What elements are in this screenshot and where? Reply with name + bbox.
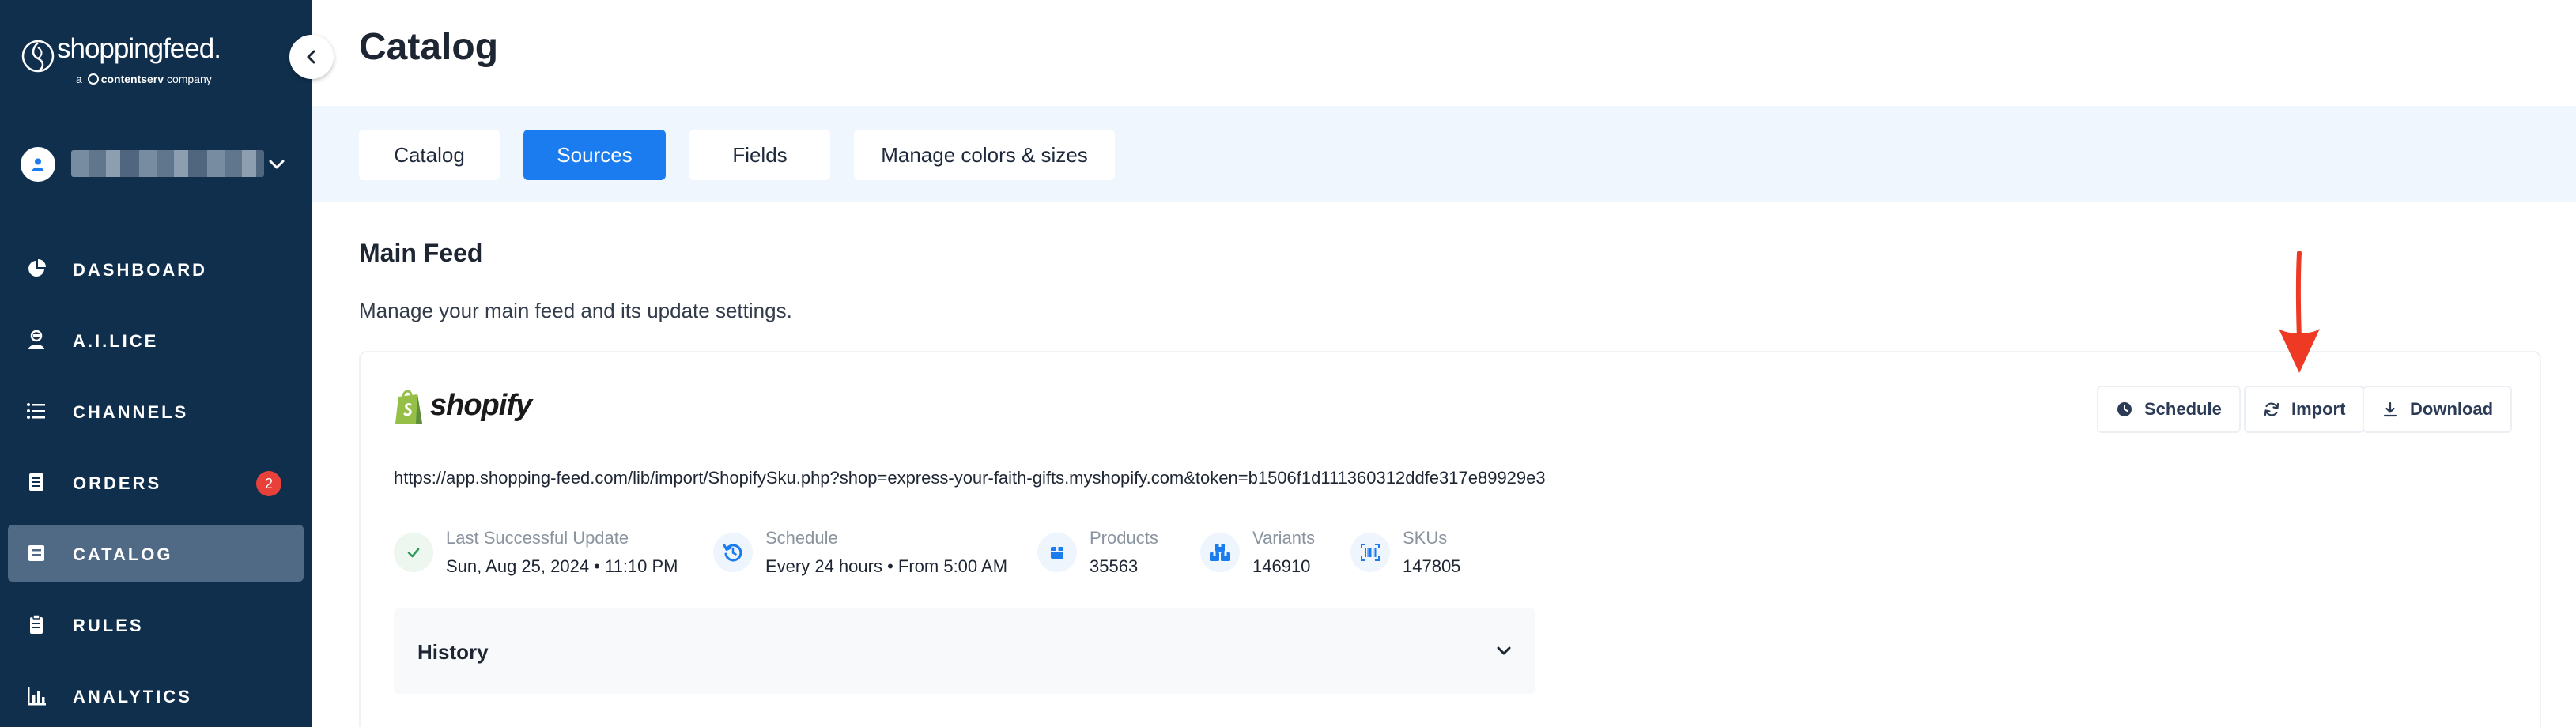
- chevron-left-icon: [307, 50, 315, 64]
- stat-label: Products: [1090, 528, 1158, 548]
- stat-label: SKUs: [1403, 528, 1448, 548]
- shopify-bag-icon: [395, 390, 422, 424]
- tagline-company: contentserv: [100, 73, 164, 85]
- nav-label: DASHBOARD: [73, 260, 207, 280]
- stat-icon-wrap: [394, 533, 433, 572]
- stat-label: Variants: [1252, 528, 1316, 548]
- nav-item-orders[interactable]: ORDERS 2: [8, 454, 304, 510]
- nav-label: ORDERS: [73, 473, 162, 493]
- orders-count-badge: 2: [256, 471, 281, 496]
- chevron-down-icon: [1497, 646, 1511, 655]
- tab-catalog[interactable]: Catalog: [359, 130, 500, 180]
- sidebar: shoppingfeed. a contentserv company ████…: [0, 0, 312, 727]
- history-accordion[interactable]: History: [394, 608, 1535, 694]
- account-name-redacted: ████████████: [71, 150, 264, 177]
- download-button[interactable]: Download: [2363, 386, 2513, 433]
- download-icon: [2383, 401, 2397, 417]
- history-clock-icon: [723, 544, 742, 562]
- tab-fields[interactable]: Fields: [689, 130, 830, 180]
- import-button[interactable]: Import: [2244, 386, 2365, 433]
- brand-tagline: a contentserv company: [76, 73, 212, 85]
- nav-label: RULES: [73, 616, 144, 635]
- nav-label: ANALYTICS: [73, 687, 192, 706]
- nav-label: A.I.LICE: [73, 331, 159, 351]
- nav-item-rules[interactable]: RULES: [8, 596, 304, 653]
- avatar: [21, 147, 55, 182]
- schedule-button-label: Schedule: [2144, 399, 2222, 419]
- catalog-icon: [28, 545, 44, 561]
- tagline-prefix: a: [76, 73, 82, 85]
- tab-bar: Catalog Sources Fields Manage colors & s…: [312, 106, 2576, 202]
- account-switcher[interactable]: ████████████: [21, 144, 289, 183]
- stat-icon-wrap: [1350, 533, 1390, 572]
- pie-chart-icon: [28, 259, 46, 277]
- section-description: Manage your main feed and its update set…: [359, 299, 792, 322]
- shoppingfeed-logo-icon: [21, 40, 55, 73]
- source-name: shopify: [430, 389, 532, 422]
- shopify-logo: shopify: [394, 387, 532, 427]
- receipt-icon: [29, 473, 43, 491]
- bar-chart-icon: [28, 687, 46, 706]
- boxes-icon: [1210, 544, 1230, 561]
- main-content: Catalog Catalog Sources Fields Manage co…: [312, 0, 2576, 727]
- tab-manage-colors-sizes[interactable]: Manage colors & sizes: [854, 130, 1115, 180]
- list-icon: [27, 403, 45, 419]
- clock-icon: [2117, 402, 2132, 416]
- nav-item-dashboard[interactable]: DASHBOARD: [8, 240, 304, 297]
- stat-value: 146910: [1252, 556, 1311, 576]
- check-icon: [407, 548, 420, 558]
- assistant-icon: [28, 330, 44, 349]
- download-button-label: Download: [2410, 399, 2494, 419]
- tagline-suffix: company: [166, 73, 212, 85]
- user-icon: [32, 158, 44, 171]
- tab-sources[interactable]: Sources: [523, 130, 666, 180]
- red-arrow-annotation-icon: [2279, 251, 2320, 373]
- stat-label: Schedule: [765, 528, 838, 548]
- nav-label: CATALOG: [73, 544, 173, 564]
- barcode-icon: [1361, 544, 1380, 561]
- section-title: Main Feed: [359, 239, 483, 267]
- nav-item-analytics[interactable]: ANALYTICS: [8, 667, 304, 724]
- nav-item-ailice[interactable]: A.I.LICE: [8, 311, 304, 368]
- stat-icon-wrap: [713, 533, 753, 572]
- stat-value: 147805: [1403, 556, 1461, 576]
- stat-value: 35563: [1090, 556, 1139, 576]
- collapse-sidebar-button[interactable]: [289, 35, 334, 79]
- refresh-icon: [2264, 402, 2279, 416]
- nav-label: CHANNELS: [73, 402, 189, 422]
- history-label: History: [417, 640, 489, 664]
- page-title: Catalog: [359, 26, 499, 68]
- import-button-label: Import: [2291, 399, 2346, 419]
- brand-name: shoppingfeed.: [57, 33, 221, 64]
- schedule-button[interactable]: Schedule: [2097, 386, 2241, 433]
- nav-item-channels[interactable]: CHANNELS: [8, 382, 304, 439]
- main-nav: DASHBOARD A.I.LICE CHANNELS ORDERS 2 CAT…: [0, 240, 312, 727]
- clipboard-icon: [30, 614, 43, 634]
- stat-icon-wrap: [1037, 533, 1077, 572]
- stat-label: Last Successful Update: [446, 528, 629, 548]
- chevron-down-icon[interactable]: [266, 153, 288, 175]
- stat-icon-wrap: [1200, 533, 1240, 572]
- contentserv-logo-icon: [87, 73, 99, 85]
- stat-value: Sun, Aug 25, 2024 • 11:10 PM: [446, 556, 678, 576]
- feed-url[interactable]: https://app.shopping-feed.com/lib/import…: [394, 468, 1546, 488]
- stat-value: Every 24 hours • From 5:00 AM: [765, 556, 1008, 576]
- box-icon: [1051, 547, 1063, 559]
- main-feed-card: shopify Schedule Import Download https:/…: [359, 351, 2541, 727]
- nav-item-catalog[interactable]: CATALOG: [8, 525, 304, 582]
- brand-logo[interactable]: shoppingfeed. a contentserv company: [21, 32, 226, 95]
